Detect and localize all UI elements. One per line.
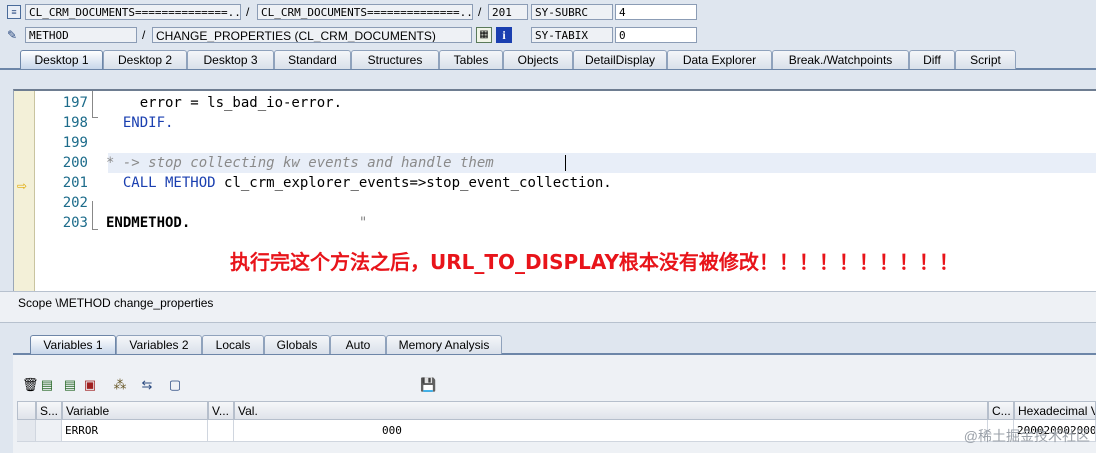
desktop-tabs: Desktop 1 Desktop 2 Desktop 3 Standard Struc… bbox=[0, 50, 1096, 69]
tab-tables[interactable]: Tables bbox=[439, 50, 503, 69]
fold-line bbox=[92, 201, 93, 229]
text-cursor bbox=[565, 155, 566, 171]
tab-objects[interactable]: Objects bbox=[503, 50, 573, 69]
line-number: 202 bbox=[62, 195, 88, 211]
tab-desktop-1[interactable]: Desktop 1 bbox=[20, 50, 103, 69]
line-field[interactable]: 201 bbox=[488, 4, 528, 20]
code-line[interactable]: ENDMETHOD. " bbox=[106, 213, 367, 233]
event-name-field[interactable]: CHANGE_PROPERTIES (CL_CRM_DOCUMENTS) bbox=[152, 27, 472, 43]
fold-marker bbox=[92, 117, 98, 118]
detail-icon[interactable]: ▤ bbox=[40, 377, 54, 393]
separator: / bbox=[246, 5, 250, 19]
column-header-variable[interactable]: Variable bbox=[62, 401, 208, 420]
current-line-arrow-icon: ⇨ bbox=[17, 179, 28, 193]
code-token: cl_crm_explorer_events=>stop_event_colle… bbox=[224, 175, 612, 191]
navigate-icon[interactable]: ▦ bbox=[476, 27, 492, 43]
program-field[interactable]: CL_CRM_DOCUMENTS==============... bbox=[25, 4, 241, 20]
column-header-c[interactable]: C... bbox=[988, 401, 1014, 420]
annotation-text: 执行完这个方法之后，URL_TO_DISPLAY根本没有被修改！！！！！！！！！… bbox=[230, 250, 959, 274]
tab-standard[interactable]: Standard bbox=[274, 50, 351, 69]
code-line[interactable]: * -> stop collecting kw events and handl… bbox=[106, 153, 494, 173]
scope-bar: Scope \METHOD change_properties bbox=[0, 291, 1096, 323]
cell-variable[interactable]: ERROR bbox=[62, 420, 208, 442]
column-header-s[interactable]: S... bbox=[36, 401, 62, 420]
tab-data-explorer[interactable]: Data Explorer bbox=[667, 50, 772, 69]
export-icon[interactable]: ▣ bbox=[83, 377, 97, 393]
variable-tabs: Variables 1 Variables 2 Locals Globals Auto M… bbox=[0, 335, 1096, 354]
include-field[interactable]: CL_CRM_DOCUMENTS==============... bbox=[257, 4, 473, 20]
var-tab-variables-1[interactable]: Variables 1 bbox=[30, 335, 116, 354]
code-line[interactable]: CALL METHOD cl_crm_explorer_events=>stop… bbox=[106, 173, 612, 193]
program-icon: ≡ bbox=[7, 5, 21, 19]
sy-subrc-value[interactable]: 4 bbox=[615, 4, 697, 20]
info-icon[interactable]: i bbox=[496, 27, 512, 43]
tab-detaildisplay[interactable]: DetailDisplay bbox=[573, 50, 667, 69]
code-line[interactable]: error = ls_bad_io-error. bbox=[106, 93, 342, 113]
var-tab-variables-2[interactable]: Variables 2 bbox=[116, 335, 202, 354]
tab-structures[interactable]: Structures bbox=[351, 50, 439, 69]
cell-val[interactable]: 000 bbox=[234, 420, 988, 442]
code-token: * -> stop collecting kw events and handl… bbox=[106, 155, 494, 171]
var-tab-memory-analysis[interactable]: Memory Analysis bbox=[386, 335, 502, 354]
var-tab-globals[interactable]: Globals bbox=[264, 335, 330, 354]
grid-selector-header bbox=[17, 401, 36, 420]
column-header-hex[interactable]: Hexadecimal V bbox=[1014, 401, 1096, 420]
cell-val-text: 000 bbox=[382, 424, 402, 437]
sy-subrc-label: SY-SUBRC bbox=[531, 4, 613, 20]
code-token: ENDIF. bbox=[106, 115, 174, 131]
tab-diff[interactable]: Diff bbox=[909, 50, 955, 69]
delete-icon[interactable]: 🗑 bbox=[22, 377, 39, 393]
navigate-arrows-icon[interactable]: ⇆ bbox=[140, 377, 154, 393]
settings-icon[interactable]: ▢ bbox=[168, 377, 182, 393]
save-icon[interactable]: 💾 bbox=[420, 377, 436, 393]
code-token: error = ls_bad_io-error. bbox=[106, 95, 343, 111]
line-number: 197 bbox=[62, 95, 88, 111]
line-number: 199 bbox=[62, 135, 88, 151]
code-token: CALL METHOD bbox=[106, 175, 225, 191]
separator: / bbox=[142, 28, 146, 42]
code-token: ENDMETHOD. bbox=[106, 215, 191, 231]
scope-text: Scope \METHOD change_properties bbox=[18, 296, 214, 310]
line-number: 200 bbox=[62, 155, 88, 171]
method-icon: ✎ bbox=[7, 28, 18, 42]
line-number: 203 bbox=[62, 215, 88, 231]
separator: / bbox=[478, 5, 482, 19]
code-token: " bbox=[190, 215, 368, 231]
event-type-field[interactable]: METHOD bbox=[25, 27, 137, 43]
line-number: 198 bbox=[62, 115, 88, 131]
var-tab-locals[interactable]: Locals bbox=[202, 335, 264, 354]
tab-desktop-2[interactable]: Desktop 2 bbox=[103, 50, 187, 69]
tab-script[interactable]: Script bbox=[955, 50, 1016, 69]
fold-line bbox=[92, 91, 93, 117]
var-tab-auto[interactable]: Auto bbox=[330, 335, 386, 354]
column-header-val[interactable]: Val. bbox=[234, 401, 988, 420]
fold-marker bbox=[92, 229, 98, 230]
sy-tabix-label: SY-TABIX bbox=[531, 27, 613, 43]
cell-v[interactable] bbox=[208, 420, 234, 442]
import-icon[interactable]: ▤ bbox=[63, 377, 77, 393]
tab-break-watchpoints[interactable]: Break./Watchpoints bbox=[772, 50, 909, 69]
code-line[interactable]: ENDIF. bbox=[106, 113, 174, 133]
line-number: 201 bbox=[62, 175, 88, 191]
watermark: @稀土掘金技术社区 bbox=[963, 428, 1090, 444]
column-header-v[interactable]: V... bbox=[208, 401, 234, 420]
tree-icon[interactable]: ⁂ bbox=[113, 377, 127, 393]
sy-tabix-value[interactable]: 0 bbox=[615, 27, 697, 43]
cell-s[interactable] bbox=[36, 420, 62, 442]
row-selector[interactable] bbox=[17, 420, 36, 442]
tab-desktop-3[interactable]: Desktop 3 bbox=[187, 50, 274, 69]
